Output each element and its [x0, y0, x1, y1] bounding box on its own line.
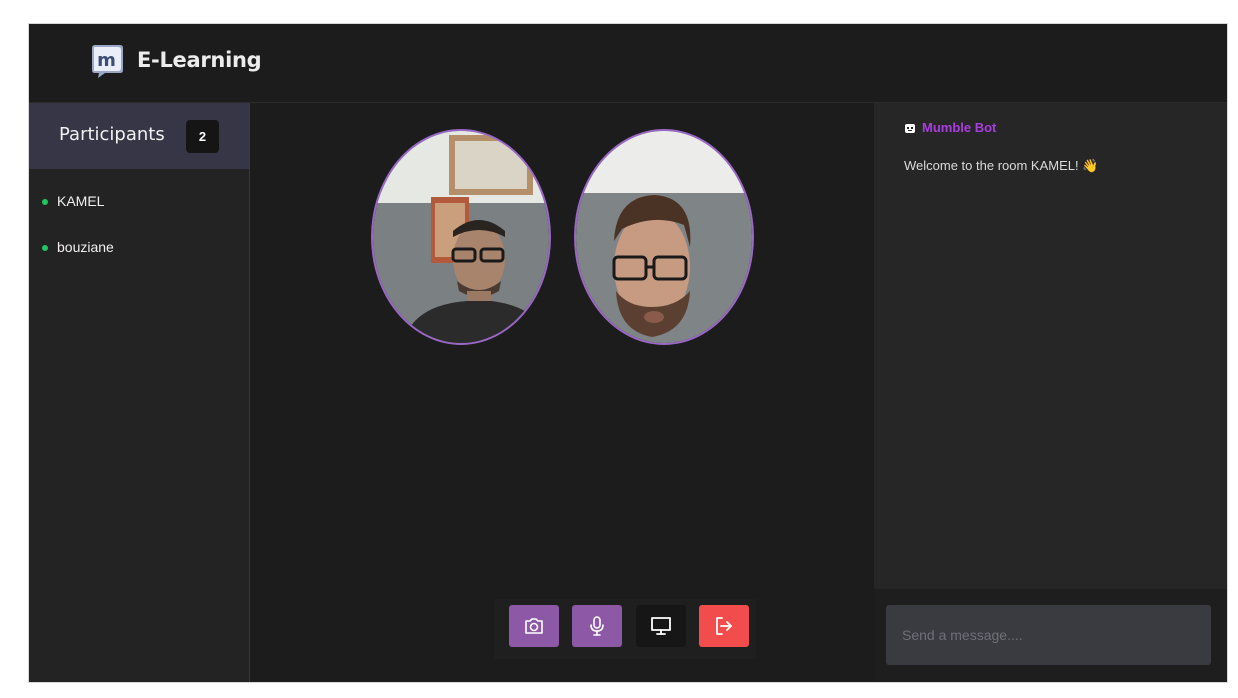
participant-item[interactable]: bouziane	[29, 237, 249, 283]
camera-icon	[522, 614, 546, 638]
header: m E-Learning	[29, 24, 1227, 103]
participant-name: KAMEL	[57, 193, 105, 209]
video-tile-bouziane	[574, 129, 754, 345]
app-window: m E-Learning Participants 2 KAMEL bouzia…	[29, 24, 1227, 682]
participants-header: Participants 2	[29, 103, 249, 169]
message-input[interactable]	[886, 605, 1211, 665]
leave-room-button[interactable]	[699, 605, 749, 647]
logo-icon: m	[91, 43, 124, 79]
svg-text:m: m	[97, 50, 116, 71]
bot-name: Mumble Bot	[922, 120, 997, 135]
exit-icon	[712, 614, 736, 638]
video-stage	[250, 103, 874, 682]
online-status-dot	[42, 245, 48, 251]
participants-sidebar: Participants 2 KAMEL bouziane	[29, 103, 250, 682]
screen-share-button[interactable]	[636, 605, 686, 647]
robot-icon	[904, 122, 916, 134]
participants-list: KAMEL bouziane	[29, 191, 249, 283]
participant-item[interactable]: KAMEL	[29, 191, 249, 237]
camera-toggle-button[interactable]	[509, 605, 559, 647]
app-title: E-Learning	[137, 48, 262, 72]
call-controls	[494, 599, 756, 659]
chat-input-area	[874, 589, 1227, 682]
welcome-message: Welcome to the room KAMEL! 👋	[904, 158, 1099, 173]
monitor-icon	[649, 614, 673, 638]
chat-panel: Mumble Bot Welcome to the room KAMEL! 👋	[874, 103, 1227, 682]
bot-sender: Mumble Bot	[904, 120, 996, 135]
participant-name: bouziane	[57, 239, 114, 255]
participants-title: Participants	[59, 124, 165, 145]
online-status-dot	[42, 199, 48, 205]
participants-count-badge: 2	[186, 120, 219, 153]
video-tile-kamel	[371, 129, 551, 345]
microphone-toggle-button[interactable]	[572, 605, 622, 647]
chat-messages: Mumble Bot Welcome to the room KAMEL! 👋	[874, 103, 1227, 589]
microphone-icon	[585, 614, 609, 638]
